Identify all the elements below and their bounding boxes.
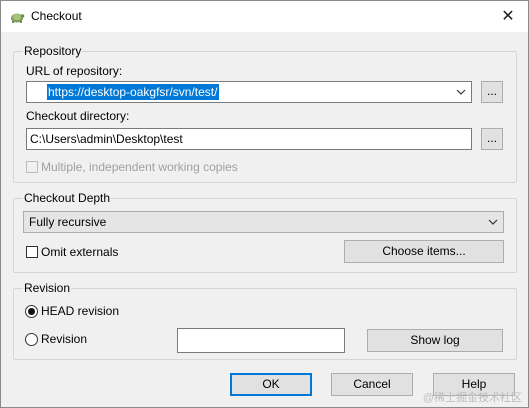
url-label: URL of repository: bbox=[26, 64, 123, 78]
revision-group-label: Revision bbox=[23, 281, 72, 295]
radio-selected-dot bbox=[28, 308, 35, 315]
checkout-directory-label: Checkout directory: bbox=[26, 109, 130, 123]
url-combobox[interactable]: https://desktop-oakgfsr/svn/test/ bbox=[26, 81, 472, 103]
revision-label: Revision bbox=[41, 332, 88, 346]
cancel-button[interactable]: Cancel bbox=[331, 373, 413, 396]
url-browse-button[interactable]: ... bbox=[481, 81, 503, 103]
omit-externals-checkbox[interactable] bbox=[26, 246, 38, 258]
close-button[interactable]: ✕ bbox=[488, 1, 528, 32]
multiple-copies-checkbox[interactable] bbox=[26, 161, 38, 173]
head-revision-radio[interactable] bbox=[25, 305, 38, 318]
close-icon: ✕ bbox=[501, 8, 515, 25]
ok-button[interactable]: OK bbox=[230, 373, 312, 396]
checkout-directory-input[interactable]: C:\Users\admin\Desktop\test bbox=[26, 128, 472, 150]
watermark: @稀土掘金技术社区 bbox=[422, 392, 522, 404]
revision-radio[interactable] bbox=[25, 333, 38, 346]
head-revision-label: HEAD revision bbox=[41, 304, 120, 318]
show-log-button[interactable]: Show log bbox=[367, 329, 503, 352]
checkout-depth-group-label: Checkout Depth bbox=[23, 191, 112, 205]
chevron-down-icon bbox=[488, 219, 498, 225]
revision-number-input[interactable] bbox=[177, 328, 345, 353]
omit-externals-label: Omit externals bbox=[41, 245, 119, 259]
title-bar: Checkout ✕ bbox=[1, 1, 528, 32]
choose-items-button[interactable]: Choose items... bbox=[344, 240, 504, 263]
chevron-down-icon[interactable] bbox=[456, 87, 466, 97]
depth-selected-value: Fully recursive bbox=[29, 215, 107, 229]
url-value: https://desktop-oakgfsr/svn/test/ bbox=[47, 84, 220, 100]
repository-group-label: Repository bbox=[23, 44, 83, 58]
window-title: Checkout bbox=[31, 9, 82, 23]
multiple-copies-label: Multiple, independent working copies bbox=[41, 160, 238, 174]
directory-browse-button[interactable]: ... bbox=[481, 128, 503, 150]
depth-select[interactable]: Fully recursive bbox=[23, 211, 504, 233]
checkout-directory-value: C:\Users\admin\Desktop\test bbox=[30, 132, 183, 146]
checkout-dialog: Checkout ✕ Repository URL of repository:… bbox=[0, 0, 529, 408]
tortoise-app-icon bbox=[11, 13, 25, 23]
